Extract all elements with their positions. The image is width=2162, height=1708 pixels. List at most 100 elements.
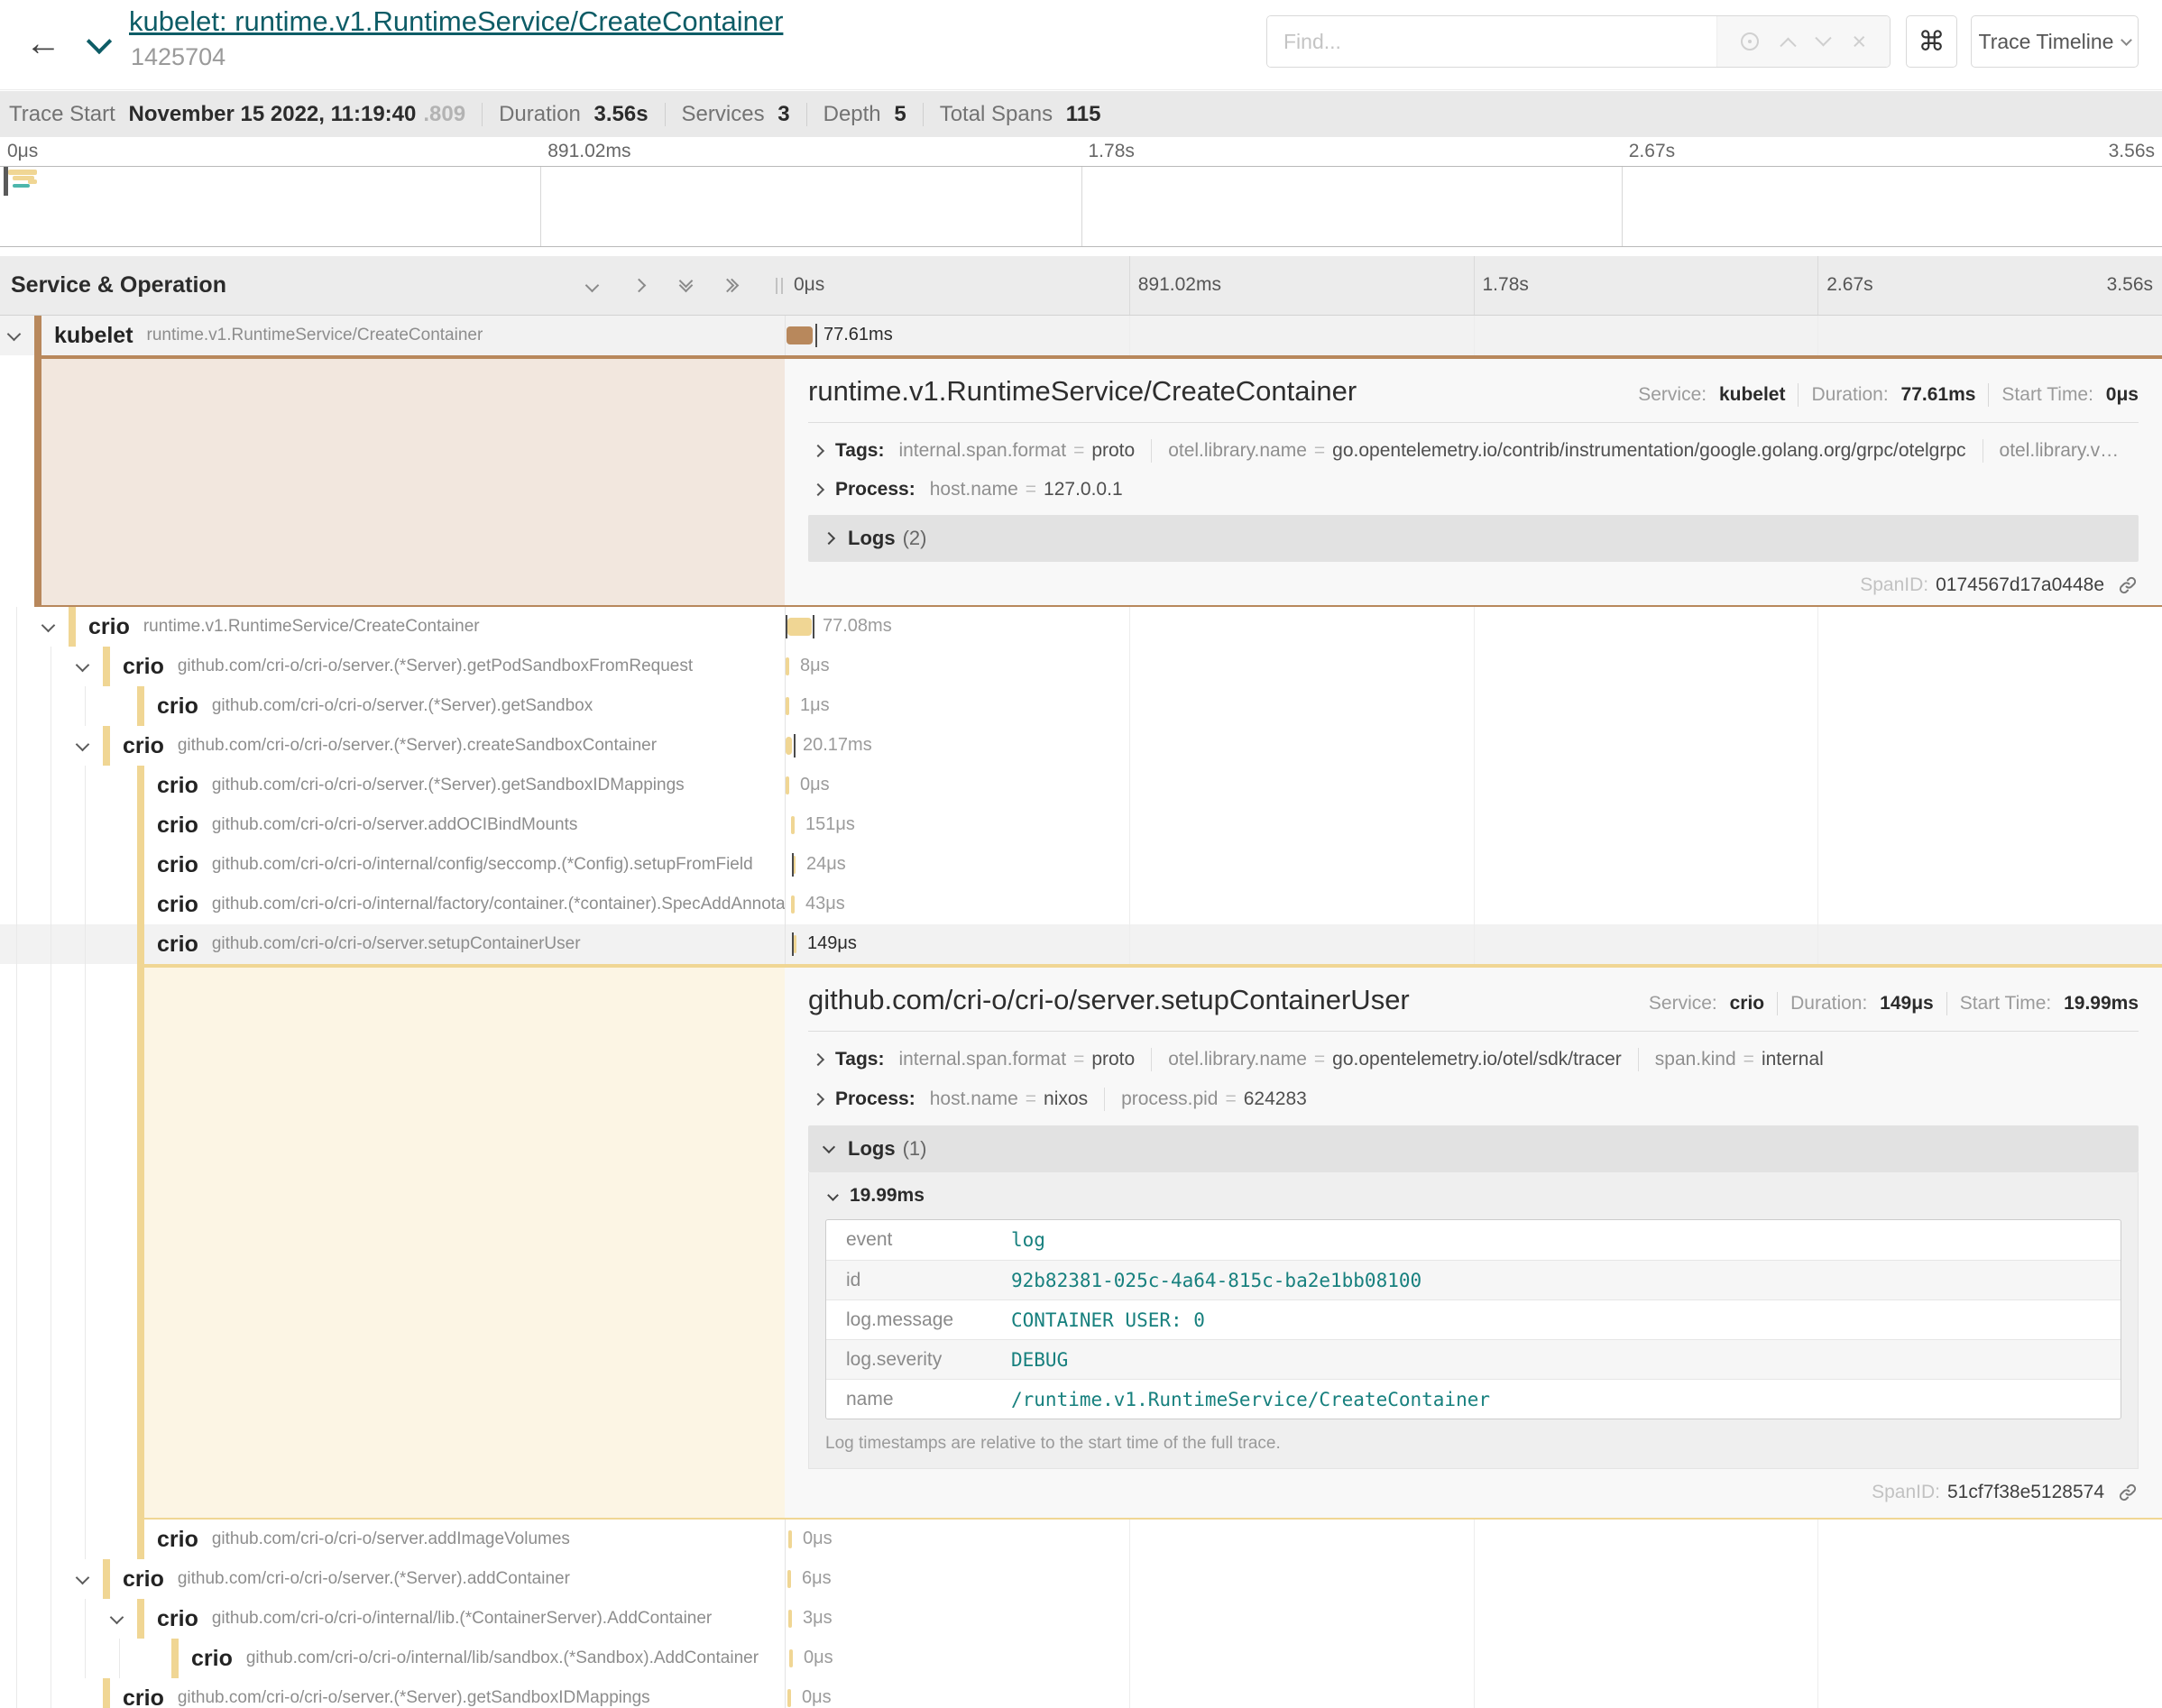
- log-entry-timestamp-row[interactable]: 19.99ms: [825, 1185, 2121, 1207]
- span-row-label-cell[interactable]: criogithub.com/cri-o/cri-o/server.(*Serv…: [0, 766, 785, 805]
- span-row[interactable]: kubeletruntime.v1.RuntimeService/CreateC…: [0, 316, 2162, 355]
- span-row[interactable]: criogithub.com/cri-o/cri-o/internal/lib.…: [0, 1599, 2162, 1639]
- collapse-all-double-chevron-down-icon[interactable]: [674, 274, 697, 298]
- span-row[interactable]: criogithub.com/cri-o/cri-o/server.(*Serv…: [0, 1559, 2162, 1599]
- span-duration-bar[interactable]: [791, 816, 795, 834]
- span-row-timeline-cell[interactable]: 0μs: [785, 1520, 2162, 1559]
- process-row[interactable]: Process:host.name=127.0.0.1: [808, 479, 2139, 500]
- clear-find-icon[interactable]: ×: [1852, 30, 1866, 54]
- view-selector-button[interactable]: Trace Timeline: [1971, 15, 2139, 68]
- trace-meta-value-muted: .809: [423, 102, 465, 126]
- span-duration-bar[interactable]: [789, 1649, 793, 1667]
- span-duration-label: 43μs: [805, 894, 845, 914]
- tags-row[interactable]: Tags:internal.span.format=protootel.libr…: [808, 439, 2139, 463]
- span-row-label-cell[interactable]: criogithub.com/cri-o/cri-o/server.(*Serv…: [0, 1559, 785, 1599]
- span-meta-value: kubelet: [1719, 384, 1786, 405]
- span-duration-bar[interactable]: [786, 697, 789, 715]
- span-row-timeline-cell[interactable]: 0μs: [785, 1639, 2162, 1678]
- span-row[interactable]: criogithub.com/cri-o/cri-o/internal/fact…: [0, 885, 2162, 924]
- row-collapse-chevron-icon[interactable]: [76, 738, 90, 752]
- span-row-label-cell[interactable]: criogithub.com/cri-o/cri-o/server.(*Serv…: [0, 647, 785, 686]
- span-row-label-cell[interactable]: criogithub.com/cri-o/cri-o/internal/conf…: [0, 845, 785, 885]
- span-row-timeline-cell[interactable]: 3μs: [785, 1599, 2162, 1639]
- span-row-label-cell[interactable]: criogithub.com/cri-o/cri-o/server.(*Serv…: [0, 1678, 785, 1708]
- span-row[interactable]: criogithub.com/cri-o/cri-o/server.(*Serv…: [0, 726, 2162, 766]
- span-row-timeline-cell[interactable]: 0μs: [785, 1678, 2162, 1708]
- logs-toggle-bar[interactable]: Logs(1): [808, 1125, 2139, 1172]
- span-duration-bar[interactable]: [786, 737, 792, 755]
- span-row-label-cell[interactable]: criogithub.com/cri-o/cri-o/server.(*Serv…: [0, 686, 785, 726]
- span-row-label-cell[interactable]: crioruntime.v1.RuntimeService/CreateCont…: [0, 607, 785, 647]
- keyboard-shortcuts-button[interactable]: ⌘: [1906, 15, 1957, 68]
- span-row[interactable]: crioruntime.v1.RuntimeService/CreateCont…: [0, 607, 2162, 647]
- collapse-trace-chevron-icon[interactable]: [87, 29, 112, 54]
- prev-match-chevron-up-icon[interactable]: [1780, 37, 1796, 53]
- span-row[interactable]: criogithub.com/cri-o/cri-o/server.(*Serv…: [0, 1678, 2162, 1708]
- span-row[interactable]: criogithub.com/cri-o/cri-o/server.addOCI…: [0, 805, 2162, 845]
- span-duration-bar[interactable]: [794, 935, 796, 953]
- span-duration-bar[interactable]: [791, 895, 795, 914]
- span-row[interactable]: criogithub.com/cri-o/cri-o/internal/lib/…: [0, 1639, 2162, 1678]
- span-row[interactable]: criogithub.com/cri-o/cri-o/server.(*Serv…: [0, 647, 2162, 686]
- back-arrow-icon[interactable]: ←: [20, 20, 67, 67]
- span-row-timeline-cell[interactable]: 149μs: [785, 924, 2162, 964]
- span-row[interactable]: criogithub.com/cri-o/cri-o/server.setupC…: [0, 924, 2162, 964]
- row-collapse-chevron-icon[interactable]: [7, 327, 22, 342]
- span-row-label-cell[interactable]: criogithub.com/cri-o/cri-o/server.addIma…: [0, 1520, 785, 1559]
- span-row-timeline-cell[interactable]: 1μs: [785, 686, 2162, 726]
- expand-one-chevron-right-icon[interactable]: [627, 274, 650, 298]
- row-collapse-chevron-icon[interactable]: [76, 1571, 90, 1585]
- span-duration-bar[interactable]: [788, 1530, 792, 1548]
- top-header: ← kubelet: runtime.v1.RuntimeService/Cre…: [0, 0, 2162, 90]
- span-duration-bar[interactable]: [786, 776, 789, 794]
- row-collapse-chevron-icon[interactable]: [76, 658, 90, 673]
- span-row-label-cell[interactable]: criogithub.com/cri-o/cri-o/internal/lib.…: [0, 1599, 785, 1639]
- span-row[interactable]: criogithub.com/cri-o/cri-o/server.(*Serv…: [0, 766, 2162, 805]
- span-duration-bar[interactable]: [787, 1570, 791, 1588]
- span-duration-bar[interactable]: [787, 326, 813, 344]
- span-row-timeline-cell[interactable]: 24μs: [785, 845, 2162, 885]
- span-link-icon[interactable]: [2117, 574, 2139, 596]
- span-duration-bar[interactable]: [788, 1610, 792, 1628]
- process-row[interactable]: Process:host.name=nixosprocess.pid=62428…: [808, 1088, 2139, 1111]
- tags-row[interactable]: Tags:internal.span.format=protootel.libr…: [808, 1048, 2139, 1071]
- span-row-label-cell[interactable]: criogithub.com/cri-o/cri-o/internal/lib/…: [0, 1639, 785, 1678]
- span-row-label-cell[interactable]: criogithub.com/cri-o/cri-o/server.addOCI…: [0, 805, 785, 845]
- indent-guide: [16, 1520, 17, 1559]
- next-match-chevron-down-icon[interactable]: [1815, 30, 1831, 46]
- span-row-timeline-cell[interactable]: 151μs: [785, 805, 2162, 845]
- span-row-timeline-cell[interactable]: 6μs: [785, 1559, 2162, 1599]
- find-input[interactable]: [1267, 16, 1716, 67]
- trace-title-link[interactable]: kubelet: runtime.v1.RuntimeService/Creat…: [129, 5, 783, 38]
- collapse-one-chevron-down-icon[interactable]: [580, 274, 603, 298]
- column-resizer-handle[interactable]: [776, 278, 783, 294]
- span-row-timeline-cell[interactable]: 77.61ms: [785, 316, 2162, 355]
- logs-toggle-bar[interactable]: Logs(2): [808, 515, 2139, 562]
- span-link-icon[interactable]: [2117, 1482, 2139, 1503]
- span-row-timeline-cell[interactable]: 43μs: [785, 885, 2162, 924]
- span-rows: kubeletruntime.v1.RuntimeService/CreateC…: [0, 316, 2162, 1708]
- row-collapse-chevron-icon[interactable]: [110, 1611, 124, 1625]
- row-collapse-chevron-icon[interactable]: [41, 619, 56, 633]
- span-row-label-cell[interactable]: kubeletruntime.v1.RuntimeService/CreateC…: [0, 316, 785, 355]
- operation-name: github.com/cri-o/cri-o/server.(*Server).…: [212, 776, 685, 795]
- service-color-bar: [69, 607, 76, 647]
- span-row-timeline-cell[interactable]: 8μs: [785, 647, 2162, 686]
- span-row[interactable]: criogithub.com/cri-o/cri-o/internal/conf…: [0, 845, 2162, 885]
- timeline-grid-col: [1475, 1559, 1819, 1599]
- span-row-timeline-cell[interactable]: 20.17ms: [785, 726, 2162, 766]
- service-color-bar: [103, 647, 110, 686]
- span-row-label-cell[interactable]: criogithub.com/cri-o/cri-o/server.(*Serv…: [0, 726, 785, 766]
- expand-all-double-chevron-right-icon[interactable]: [721, 274, 744, 298]
- span-row[interactable]: criogithub.com/cri-o/cri-o/server.(*Serv…: [0, 686, 2162, 726]
- span-row-label-cell[interactable]: criogithub.com/cri-o/cri-o/server.setupC…: [0, 924, 785, 964]
- span-duration-bar[interactable]: [787, 618, 812, 636]
- span-row[interactable]: criogithub.com/cri-o/cri-o/server.addIma…: [0, 1520, 2162, 1559]
- locate-icon[interactable]: [1741, 32, 1759, 51]
- span-row-timeline-cell[interactable]: 0μs: [785, 766, 2162, 805]
- span-row-label-cell[interactable]: criogithub.com/cri-o/cri-o/internal/fact…: [0, 885, 785, 924]
- span-duration-bar[interactable]: [786, 657, 789, 675]
- span-duration-bar[interactable]: [787, 1689, 791, 1707]
- span-row-timeline-cell[interactable]: 77.08ms: [785, 607, 2162, 647]
- minimap[interactable]: [0, 166, 2162, 247]
